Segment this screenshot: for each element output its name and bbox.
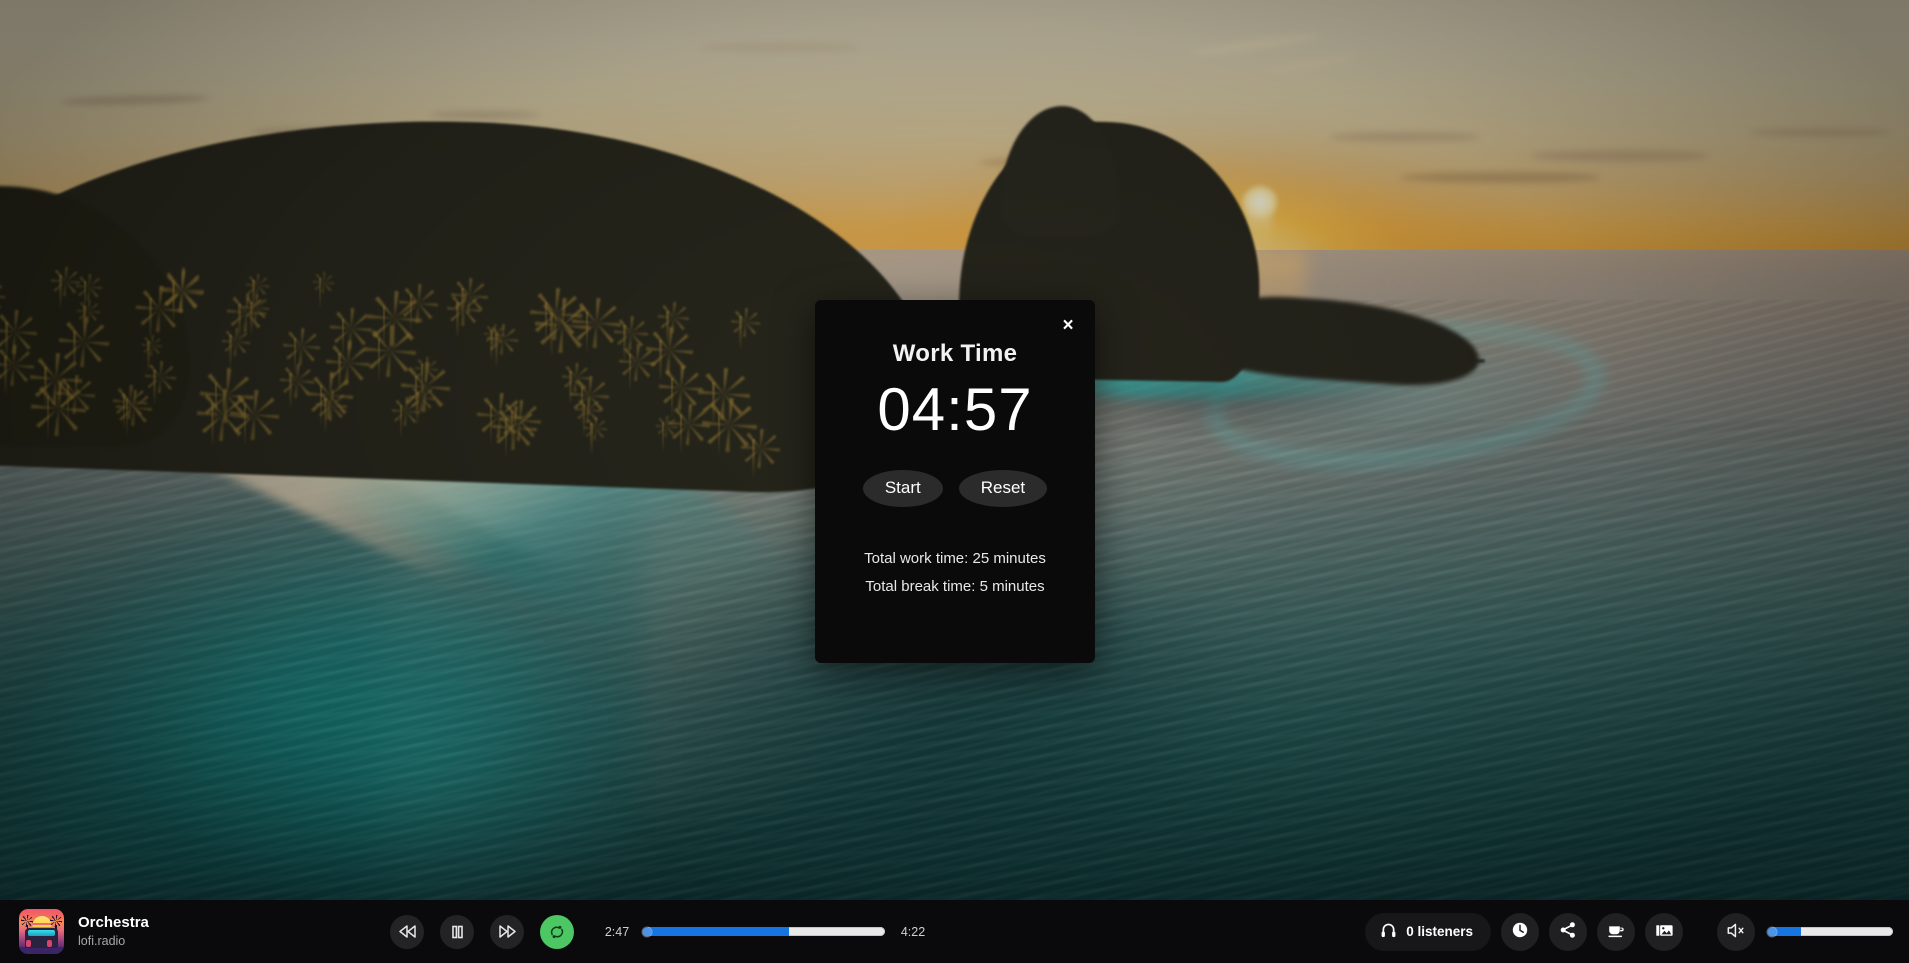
palm-frond — [55, 374, 95, 414]
album-art-car — [25, 928, 58, 948]
timer-controls: Start Reset — [815, 470, 1095, 507]
palm-frond — [312, 272, 334, 294]
mute-button[interactable] — [1717, 912, 1755, 951]
palm-frond — [315, 389, 347, 422]
image-gallery-icon — [1655, 922, 1674, 942]
player-bar: Orchestra lofi.radio 2:47 4:22 0 listene… — [0, 900, 1909, 963]
palm-frond — [398, 283, 438, 323]
wallpaper-button[interactable] — [1645, 912, 1683, 951]
start-button[interactable]: Start — [862, 470, 943, 507]
track-source: lofi.radio — [78, 934, 126, 948]
seek-thumb[interactable] — [642, 927, 652, 936]
current-time: 2:47 — [604, 924, 630, 939]
palm-frond — [657, 302, 689, 334]
palm-frond — [697, 367, 750, 420]
breathe-button[interactable] — [1597, 912, 1635, 951]
share-icon — [1559, 921, 1577, 942]
album-art-road — [19, 947, 64, 954]
app-root: × Work Time 04:57 Start Reset Total work… — [0, 0, 1909, 963]
palm-frond — [658, 366, 703, 411]
total-time: 4:22 — [900, 924, 926, 939]
shuffle-station-button[interactable] — [540, 914, 574, 949]
album-art[interactable] — [19, 909, 64, 954]
palm-frond — [245, 273, 269, 298]
palm-frond — [614, 316, 648, 351]
next-button[interactable] — [490, 914, 524, 949]
track-title: Orchestra — [78, 914, 149, 931]
palm-frond — [583, 416, 608, 441]
cloud-streak — [430, 112, 540, 118]
palm-frond — [0, 280, 6, 312]
pause-icon — [451, 925, 464, 939]
seek-fill — [645, 927, 789, 936]
progress-area: 2:47 4:22 — [602, 925, 928, 939]
palm-frond — [113, 384, 148, 419]
timer-countdown: 04:57 — [877, 376, 1033, 443]
total-work-time: Total work time: 25 minutes — [864, 549, 1046, 567]
previous-button[interactable] — [390, 914, 424, 949]
player-actions: 0 listeners — [1365, 912, 1683, 951]
fast-forward-icon — [498, 924, 517, 939]
palm-frond — [242, 294, 269, 321]
palm-frond — [141, 334, 163, 356]
headphones-icon — [1380, 922, 1397, 942]
volume-area — [1717, 912, 1909, 951]
clock-icon — [1511, 921, 1529, 942]
palm-canopy — [0, 180, 820, 480]
share-button[interactable] — [1549, 912, 1587, 951]
palm-frond — [230, 390, 280, 440]
cloud-streak — [700, 44, 860, 51]
timer-title: Work Time — [892, 340, 1018, 367]
palm-frond — [51, 266, 80, 296]
sun — [1242, 185, 1278, 219]
seek-slider[interactable] — [642, 927, 885, 936]
now-playing: Orchestra lofi.radio — [0, 909, 390, 954]
palm-frond — [572, 298, 622, 348]
shuffle-icon — [548, 923, 566, 941]
pause-button[interactable] — [440, 914, 474, 949]
palm-frond — [499, 399, 541, 442]
pomodoro-timer-modal: × Work Time 04:57 Start Reset Total work… — [815, 300, 1095, 663]
transport-controls — [390, 914, 574, 949]
rewind-icon — [398, 924, 417, 939]
timer-totals: Total work time: 25 minutes Total break … — [815, 545, 1095, 601]
reset-button[interactable]: Reset — [958, 470, 1048, 507]
listeners-button[interactable]: 0 listeners — [1365, 912, 1491, 951]
coffee-cup-icon — [1607, 922, 1626, 942]
cloud-streak — [1750, 128, 1890, 137]
volume-thumb[interactable] — [1767, 927, 1777, 936]
palm-frond — [414, 357, 438, 381]
palm-frond — [280, 364, 314, 398]
close-icon[interactable]: × — [1055, 312, 1081, 338]
palm-frond — [76, 274, 103, 301]
palm-frond — [486, 324, 518, 356]
palm-frond — [741, 428, 781, 468]
palm-frond — [446, 292, 481, 327]
palm-frond — [144, 361, 176, 393]
palm-frond — [731, 308, 760, 337]
timer-button[interactable] — [1501, 912, 1539, 951]
speaker-muted-icon — [1726, 922, 1746, 942]
palm-frond — [161, 271, 203, 313]
listeners-label: 0 listeners — [1406, 924, 1473, 939]
volume-slider[interactable] — [1767, 927, 1893, 936]
palm-frond — [283, 328, 320, 365]
total-break-time: Total break time: 5 minutes — [865, 577, 1045, 595]
track-text: Orchestra lofi.radio — [78, 914, 149, 949]
